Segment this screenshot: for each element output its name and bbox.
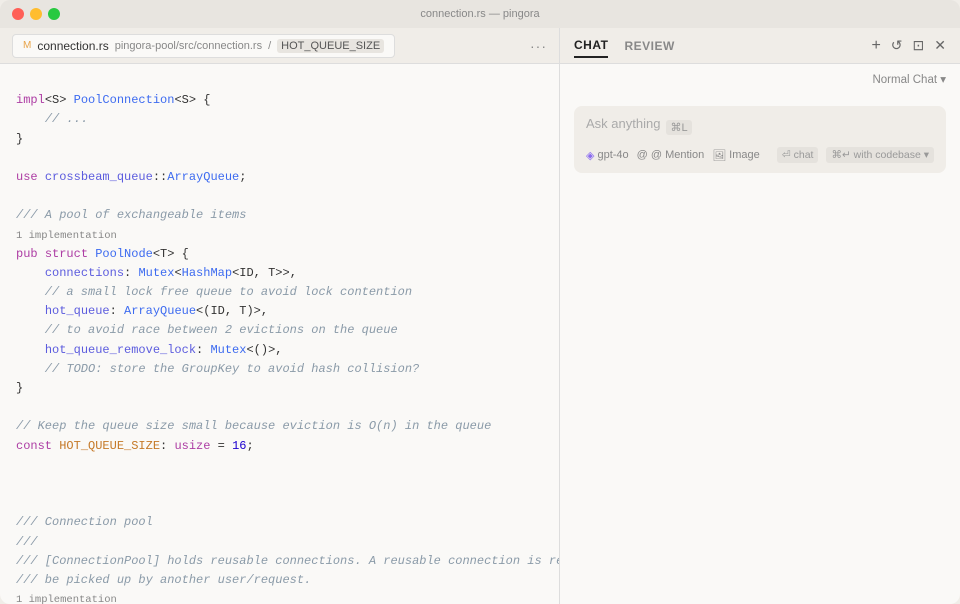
model-label: gpt-4o [597, 149, 628, 161]
code-content: impl<S> PoolConnection<S> { // ... } use… [0, 72, 559, 604]
side-header-actions: + ↺ ⊡ ✕ [871, 37, 946, 55]
normal-chat-label[interactable]: Normal Chat ▾ [560, 64, 960, 94]
ask-input-box[interactable]: Ask anything ⌘L ◈ gpt-4o @ @ Mention [574, 106, 946, 173]
ask-placeholder: Ask anything [586, 116, 660, 131]
tab-filename: connection.rs [37, 39, 108, 53]
app-window: connection.rs — pingora M connection.rs … [0, 0, 960, 604]
image-icon: 🖼 [712, 149, 726, 162]
code-editor-pane: M connection.rs pingora-pool/src/connect… [0, 28, 560, 604]
history-icon[interactable]: ↺ [891, 37, 903, 54]
minimize-button[interactable] [30, 8, 42, 20]
maximize-button[interactable] [48, 8, 60, 20]
editor-tab[interactable]: M connection.rs pingora-pool/src/connect… [12, 34, 395, 58]
tab-highlight: HOT_QUEUE_SIZE [277, 39, 384, 53]
chat-submit-button[interactable]: ⏎ chat [777, 147, 819, 163]
ask-toolbar-left: ◈ gpt-4o @ @ Mention 🖼 Image [586, 149, 760, 162]
ask-shortcut: ⌘L [666, 120, 691, 135]
side-panel-header: CHAT REVIEW + ↺ ⊡ ✕ [560, 28, 960, 64]
model-selector[interactable]: ◈ gpt-4o [586, 149, 629, 162]
at-icon: @ [637, 149, 648, 161]
window-title: connection.rs — pingora [420, 8, 539, 20]
side-panel: CHAT REVIEW + ↺ ⊡ ✕ Normal Chat ▾ Ask an… [560, 28, 960, 604]
mention-button[interactable]: @ @ Mention [637, 149, 705, 162]
image-button[interactable]: 🖼 Image [712, 149, 760, 162]
ask-toolbar: ◈ gpt-4o @ @ Mention 🖼 Image [586, 147, 934, 163]
tab-more-button[interactable]: ··· [530, 38, 547, 54]
close-icon[interactable]: ✕ [934, 37, 946, 54]
title-bar: connection.rs — pingora [0, 0, 960, 28]
tab-review[interactable]: REVIEW [624, 35, 674, 57]
traffic-lights [12, 8, 60, 20]
tab-chat[interactable]: CHAT [574, 34, 608, 58]
close-button[interactable] [12, 8, 24, 20]
editor-tab-bar: M connection.rs pingora-pool/src/connect… [0, 28, 559, 64]
normal-chat-dropdown[interactable]: Normal Chat ▾ [872, 74, 946, 86]
layout-icon[interactable]: ⊡ [913, 37, 925, 54]
tab-breadcrumb: pingora-pool/src/connection.rs [115, 40, 262, 52]
git-status-badge: M [23, 40, 31, 51]
main-content: M connection.rs pingora-pool/src/connect… [0, 28, 960, 604]
code-scroll-area[interactable]: impl<S> PoolConnection<S> { // ... } use… [0, 64, 559, 604]
add-icon[interactable]: + [871, 37, 880, 55]
chat-area: Ask anything ⌘L ◈ gpt-4o @ @ Mention [560, 94, 960, 604]
model-icon: ◈ [586, 149, 594, 162]
ask-toolbar-right: ⏎ chat ⌘↵ with codebase ▾ [777, 147, 934, 163]
image-label: Image [729, 149, 760, 161]
codebase-submit-button[interactable]: ⌘↵ with codebase ▾ [826, 147, 934, 163]
breadcrumb-separator: / [268, 40, 271, 52]
mention-label: @ Mention [651, 149, 704, 161]
